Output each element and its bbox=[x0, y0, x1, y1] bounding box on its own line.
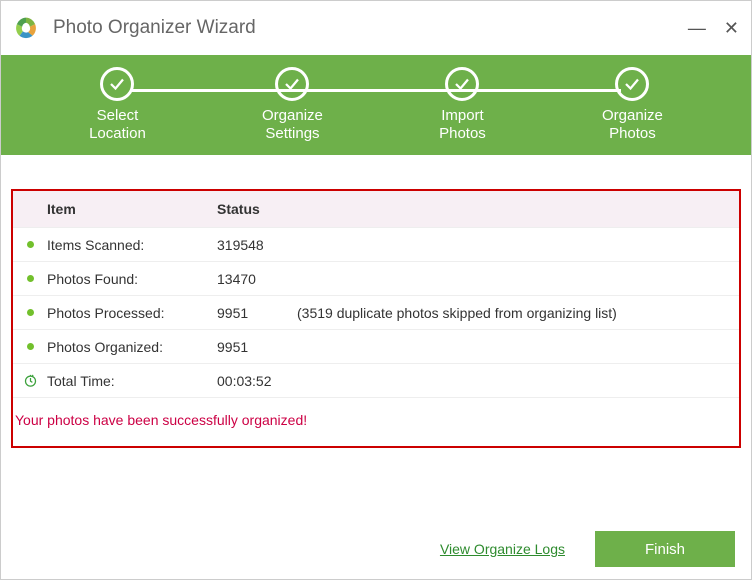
step-label-line2: Location bbox=[89, 125, 146, 142]
wizard-steps-bar: SelectLocation OrganizeSettings ImportPh… bbox=[1, 55, 751, 155]
step-connector-line bbox=[131, 89, 621, 92]
finish-button[interactable]: Finish bbox=[595, 531, 735, 567]
row-label: Photos Found: bbox=[47, 271, 217, 287]
checkmark-icon bbox=[275, 67, 309, 101]
row-value: 319548 bbox=[217, 237, 277, 253]
step-import-photos: ImportPhotos bbox=[439, 67, 486, 143]
step-select-location: SelectLocation bbox=[89, 67, 146, 143]
step-label-line1: Organize bbox=[602, 107, 663, 124]
row-value: 13470 bbox=[217, 271, 277, 287]
row-note: (3519 duplicate photos skipped from orga… bbox=[297, 305, 617, 321]
checkmark-icon bbox=[615, 67, 649, 101]
bullet-icon bbox=[27, 309, 34, 316]
table-row: Photos Organized: 9951 bbox=[13, 329, 739, 363]
results-panel: Item Status Items Scanned: 319548 Photos… bbox=[11, 189, 741, 448]
close-button[interactable]: ✕ bbox=[724, 18, 739, 39]
window-title: Photo Organizer Wizard bbox=[53, 17, 670, 39]
row-label: Items Scanned: bbox=[47, 237, 217, 253]
step-label-line2: Photos bbox=[609, 125, 656, 142]
row-value: 9951 bbox=[217, 305, 277, 321]
success-message: Your photos have been successfully organ… bbox=[13, 397, 739, 446]
bullet-icon bbox=[27, 275, 34, 282]
titlebar: Photo Organizer Wizard — ✕ bbox=[1, 1, 751, 55]
row-value: 9951 bbox=[217, 339, 277, 355]
step-label-line1: Import bbox=[441, 107, 484, 124]
bullet-icon bbox=[27, 241, 34, 248]
header-item: Item bbox=[47, 201, 217, 217]
row-value: 00:03:52 bbox=[217, 373, 272, 389]
app-logo-icon bbox=[13, 15, 39, 41]
footer-bar: View Organize Logs Finish bbox=[440, 531, 735, 567]
step-label-line2: Photos bbox=[439, 125, 486, 142]
table-row-total-time: Total Time: 00:03:52 bbox=[13, 363, 739, 397]
step-label-line1: Select bbox=[97, 107, 139, 124]
row-label: Photos Organized: bbox=[47, 339, 217, 355]
step-label-line2: Settings bbox=[265, 125, 319, 142]
checkmark-icon bbox=[445, 67, 479, 101]
table-row: Items Scanned: 319548 bbox=[13, 227, 739, 261]
results-header: Item Status bbox=[13, 191, 739, 227]
step-label-line1: Organize bbox=[262, 107, 323, 124]
step-organize-settings: OrganizeSettings bbox=[262, 67, 323, 143]
checkmark-icon bbox=[100, 67, 134, 101]
step-organize-photos: OrganizePhotos bbox=[602, 67, 663, 143]
view-logs-link[interactable]: View Organize Logs bbox=[440, 541, 565, 557]
row-label: Photos Processed: bbox=[47, 305, 217, 321]
row-label: Total Time: bbox=[47, 373, 217, 389]
clock-icon bbox=[13, 373, 47, 388]
bullet-icon bbox=[27, 343, 34, 350]
header-status: Status bbox=[217, 201, 739, 217]
table-row: Photos Processed: 9951 (3519 duplicate p… bbox=[13, 295, 739, 329]
table-row: Photos Found: 13470 bbox=[13, 261, 739, 295]
minimize-button[interactable]: — bbox=[688, 18, 706, 39]
